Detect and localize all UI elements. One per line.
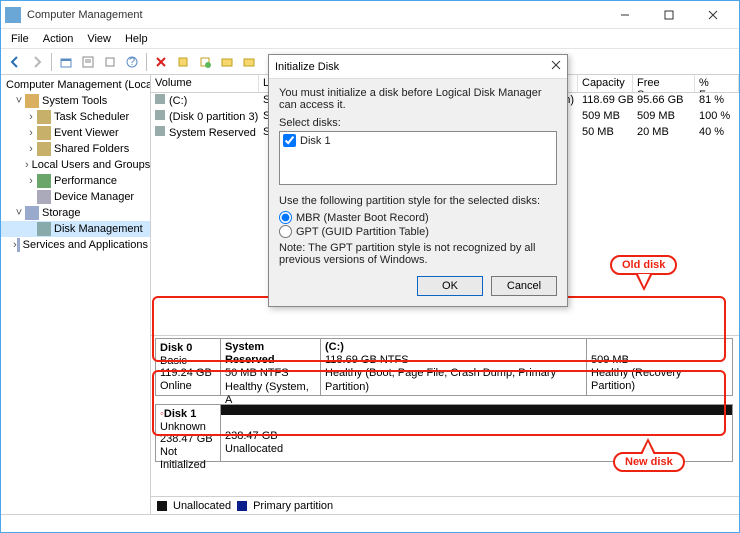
tree-local-users[interactable]: ›Local Users and Groups [1,157,150,173]
legend-unallocated-swatch [157,501,167,511]
menu-view[interactable]: View [81,31,117,47]
tree-shared-folders[interactable]: ›Shared Folders [1,141,150,157]
select-disks-label: Select disks: [279,117,557,129]
disk0-info: Disk 0 Basic 119.24 GB Online [156,339,221,395]
old-disk-callout: Old disk [610,255,677,275]
col-volume[interactable]: Volume [151,75,259,92]
new-disk-callout: New disk [613,452,685,472]
help-icon[interactable]: ? [122,52,142,72]
disk0-partition-c[interactable]: (C:)118.69 GB NTFSHealthy (Boot, Page Fi… [321,339,587,395]
legend-unallocated-label: Unallocated [173,500,231,512]
tree-event-viewer[interactable]: ›Event Viewer [1,125,150,141]
statusbar [1,514,739,532]
delete-icon[interactable] [151,52,171,72]
window-title: Computer Management [27,9,603,21]
mbr-radio[interactable] [279,211,292,224]
legend-primary-swatch [237,501,247,511]
volume-icon [155,110,165,120]
forward-button[interactable] [27,52,47,72]
dialog-title: Initialize Disk [275,61,339,73]
up-icon[interactable] [56,52,76,72]
col-pct[interactable]: % Free [695,75,739,92]
tree-disk-management[interactable]: Disk Management [1,221,150,237]
disk1-checkbox-row[interactable]: Disk 1 [283,134,553,147]
titlebar: Computer Management [1,1,739,29]
properties-icon[interactable] [78,52,98,72]
action3-icon[interactable] [217,52,237,72]
maximize-button[interactable] [647,1,691,29]
tree-root[interactable]: Computer Management (Local [1,77,150,93]
action2-icon[interactable] [195,52,215,72]
tree-services-apps[interactable]: ›Services and Applications [1,237,150,253]
volume-icon [155,94,165,104]
gpt-radio-row[interactable]: GPT (GUID Partition Table) [279,225,557,238]
partition-style-label: Use the following partition style for th… [279,195,557,207]
minimize-button[interactable] [603,1,647,29]
menubar: File Action View Help [1,29,739,49]
back-button[interactable] [5,52,25,72]
dialog-intro: You must initialize a disk before Logica… [279,87,557,111]
ok-button[interactable]: OK [417,276,483,296]
tree-storage[interactable]: ˅Storage [1,205,150,221]
tree-system-tools[interactable]: ˅System Tools [1,93,150,109]
disk1-info: ◦Disk 1 Unknown 238.47 GB Not Initialize… [156,405,221,461]
tree-task-scheduler[interactable]: ›Task Scheduler [1,109,150,125]
col-capacity[interactable]: Capacity [578,75,633,92]
disk-select-list[interactable]: Disk 1 [279,131,557,185]
menu-file[interactable]: File [5,31,35,47]
tree-performance[interactable]: ›Performance [1,173,150,189]
mbr-radio-row[interactable]: MBR (Master Boot Record) [279,211,557,224]
close-button[interactable] [691,1,735,29]
disk0-row[interactable]: Disk 0 Basic 119.24 GB Online System Res… [155,338,733,396]
initialize-disk-dialog: Initialize Disk You must initialize a di… [268,54,568,307]
cancel-button[interactable]: Cancel [491,276,557,296]
svg-text:?: ? [129,56,135,68]
legend-primary-label: Primary partition [253,500,333,512]
app-icon [5,7,21,23]
action4-icon[interactable] [239,52,259,72]
dialog-close-button[interactable] [551,60,561,73]
refresh-icon[interactable] [100,52,120,72]
col-free[interactable]: Free Space [633,75,695,92]
action1-icon[interactable] [173,52,193,72]
nav-tree[interactable]: Computer Management (Local ˅System Tools… [1,75,151,514]
disk0-partition-recovery[interactable]: 509 MBHealthy (Recovery Partition) [587,339,732,395]
gpt-radio[interactable] [279,225,292,238]
menu-action[interactable]: Action [37,31,80,47]
disk1-checkbox[interactable] [283,134,296,147]
tree-device-manager[interactable]: Device Manager [1,189,150,205]
menu-help[interactable]: Help [119,31,154,47]
gpt-note: Note: The GPT partition style is not rec… [279,242,557,266]
legend: Unallocated Primary partition [151,496,739,514]
disk0-partition-system-reserved[interactable]: System Reserved50 MB NTFSHealthy (System… [221,339,321,395]
volume-icon [155,126,165,136]
